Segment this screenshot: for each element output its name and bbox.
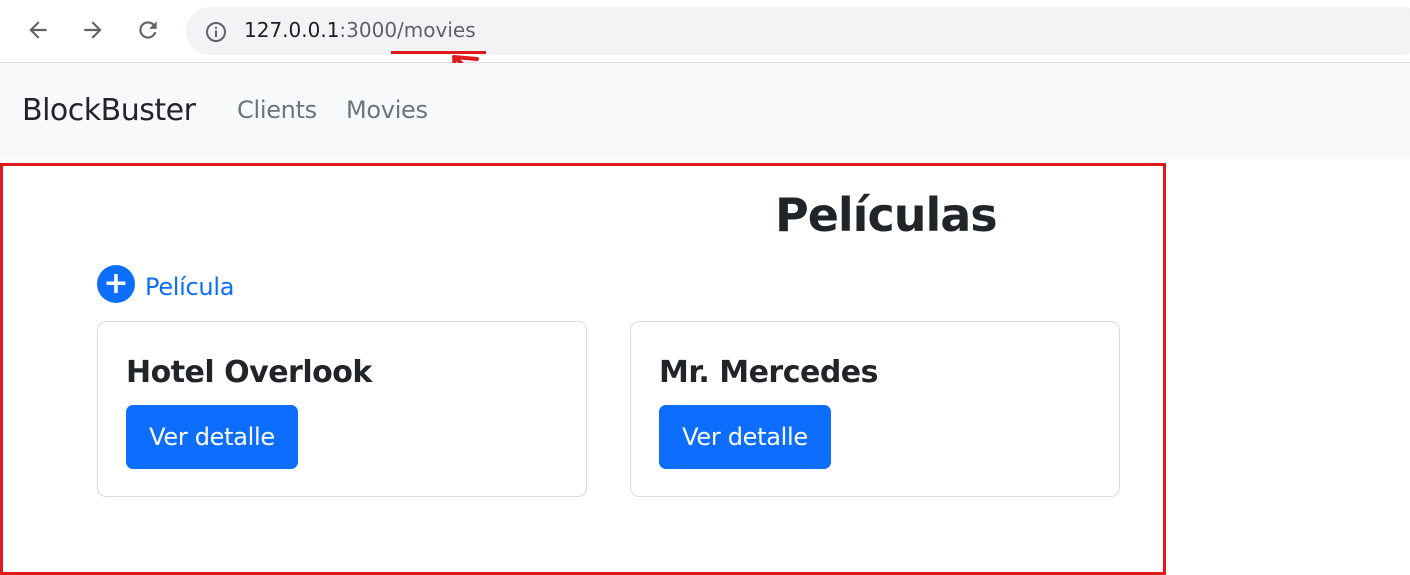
url-path: :3000/movies [339, 18, 476, 42]
brand-link[interactable]: BlockBuster [22, 93, 196, 128]
add-movie-link[interactable]: + Película [97, 264, 234, 304]
movie-card: Mr. Mercedes Ver detalle [630, 321, 1120, 497]
movie-card-title: Hotel Overlook [126, 355, 372, 390]
add-movie-label[interactable]: Película [145, 273, 234, 301]
page-title: Películas [775, 188, 998, 242]
browser-toolbar: 127.0.0.1:3000/movies [0, 0, 1410, 63]
movie-card-title: Mr. Mercedes [659, 355, 879, 390]
arrow-left-icon [29, 21, 47, 39]
app-navbar: BlockBuster Clients Movies [0, 63, 1410, 159]
forward-button[interactable] [76, 13, 110, 47]
url-host: 127.0.0.1 [244, 18, 340, 42]
reload-icon [139, 21, 157, 39]
plus-circle-icon[interactable]: + [97, 265, 135, 303]
info-icon[interactable] [204, 20, 228, 44]
view-detail-button[interactable]: Ver detalle [659, 405, 831, 469]
reload-button[interactable] [131, 13, 165, 47]
back-button[interactable] [21, 13, 55, 47]
movie-card: Hotel Overlook Ver detalle [97, 321, 587, 497]
arrow-right-icon [84, 21, 102, 39]
nav-link-movies[interactable]: Movies [346, 96, 428, 124]
address-bar[interactable]: 127.0.0.1:3000/movies [186, 7, 1410, 55]
nav-link-clients[interactable]: Clients [237, 96, 317, 124]
view-detail-button[interactable]: Ver detalle [126, 405, 298, 469]
url-text[interactable]: 127.0.0.1:3000/movies [244, 18, 476, 42]
